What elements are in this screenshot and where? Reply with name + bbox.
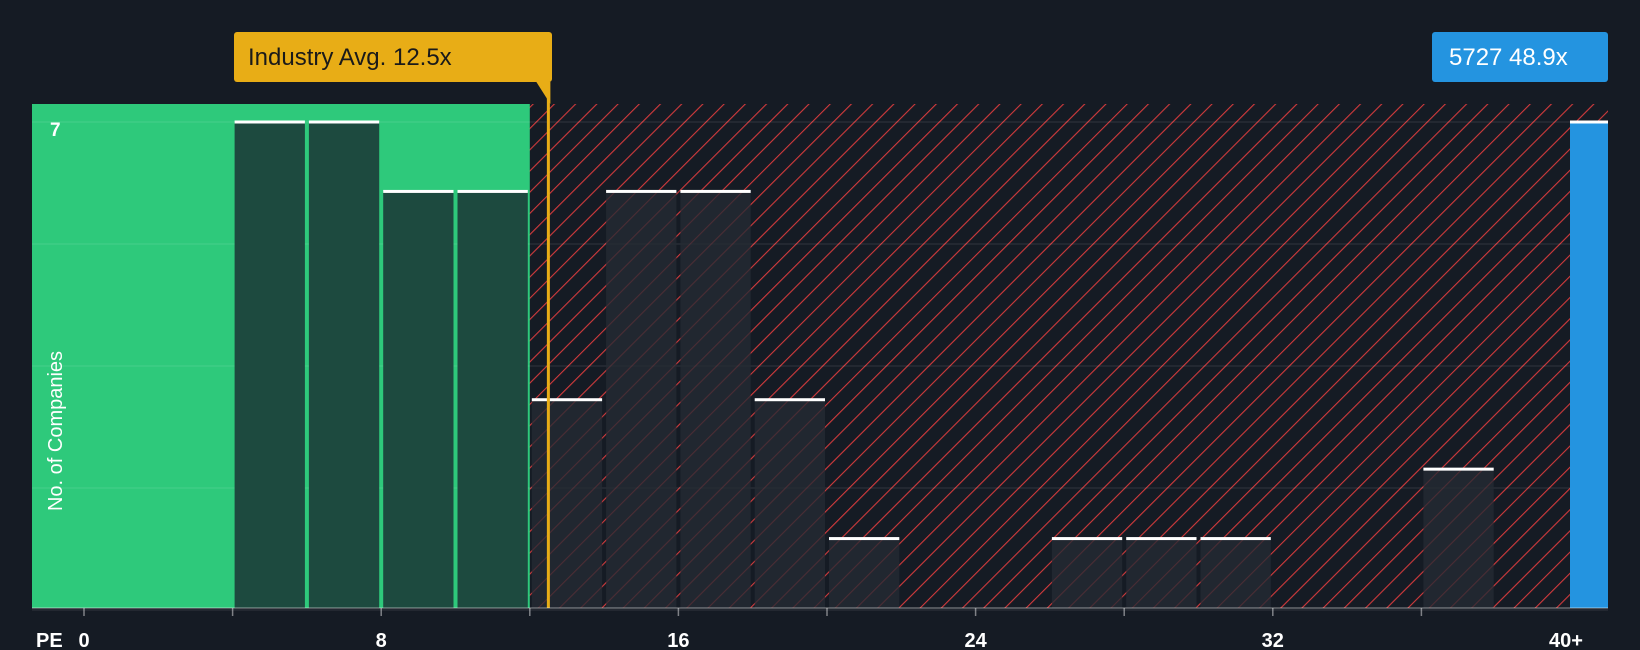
industry-avg-callout-pointer xyxy=(536,82,551,104)
x-tick-label: 40+ xyxy=(1549,630,1583,650)
bar-top-marker xyxy=(680,189,751,193)
histogram-bar xyxy=(829,538,900,608)
x-tick-label: 16 xyxy=(667,630,689,650)
bar-top-marker xyxy=(1051,537,1123,541)
x-axis xyxy=(32,607,1608,616)
x-tick-label: 8 xyxy=(376,630,387,650)
histogram-bar xyxy=(531,399,603,608)
x-tick-label: 24 xyxy=(964,630,987,650)
histogram-bar xyxy=(1051,538,1123,608)
industry-avg-label: Industry Avg. 12.5x xyxy=(248,44,452,71)
pe-distribution-chart: PE 0 8 16 24 32 40+ 7 No. of Companies Industry A… xyxy=(0,0,1640,650)
bar-top-marker xyxy=(754,398,825,402)
histogram-bar xyxy=(457,191,528,608)
bar-top-marker xyxy=(1126,537,1197,541)
bar-top-marker xyxy=(829,537,900,541)
histogram-bar xyxy=(680,191,751,608)
histogram-bar xyxy=(308,122,380,608)
histogram-bar xyxy=(234,122,305,608)
histogram-bar xyxy=(1423,469,1494,608)
y-axis-title: No. of Companies xyxy=(45,351,67,511)
histogram-bar xyxy=(383,191,454,608)
bar-top-marker xyxy=(606,189,677,193)
histogram-bar xyxy=(1200,538,1271,608)
histogram-bar xyxy=(1126,538,1197,608)
histogram-bar xyxy=(754,399,825,608)
bar-top-marker xyxy=(308,120,380,124)
company-bar xyxy=(1570,122,1608,608)
histogram-bar xyxy=(606,191,677,608)
x-tick-label: 32 xyxy=(1262,630,1284,650)
company-bar-top-marker xyxy=(1570,120,1608,124)
bar-top-marker xyxy=(1200,537,1271,541)
bar-top-marker xyxy=(531,398,603,402)
x-axis-title: PE xyxy=(36,630,63,650)
x-tick-label: 0 xyxy=(78,630,89,650)
bar-top-marker xyxy=(383,189,454,193)
company-pe-label: 5727 48.9x xyxy=(1449,44,1568,71)
bar-top-marker xyxy=(457,189,528,193)
bar-top-marker xyxy=(234,120,305,124)
bar-top-marker xyxy=(1423,467,1494,471)
y-tick-label: 7 xyxy=(50,120,61,141)
pe-histogram-svg: PE 0 8 16 24 32 40+ 7 No. of Companies Industry A… xyxy=(32,32,1608,650)
